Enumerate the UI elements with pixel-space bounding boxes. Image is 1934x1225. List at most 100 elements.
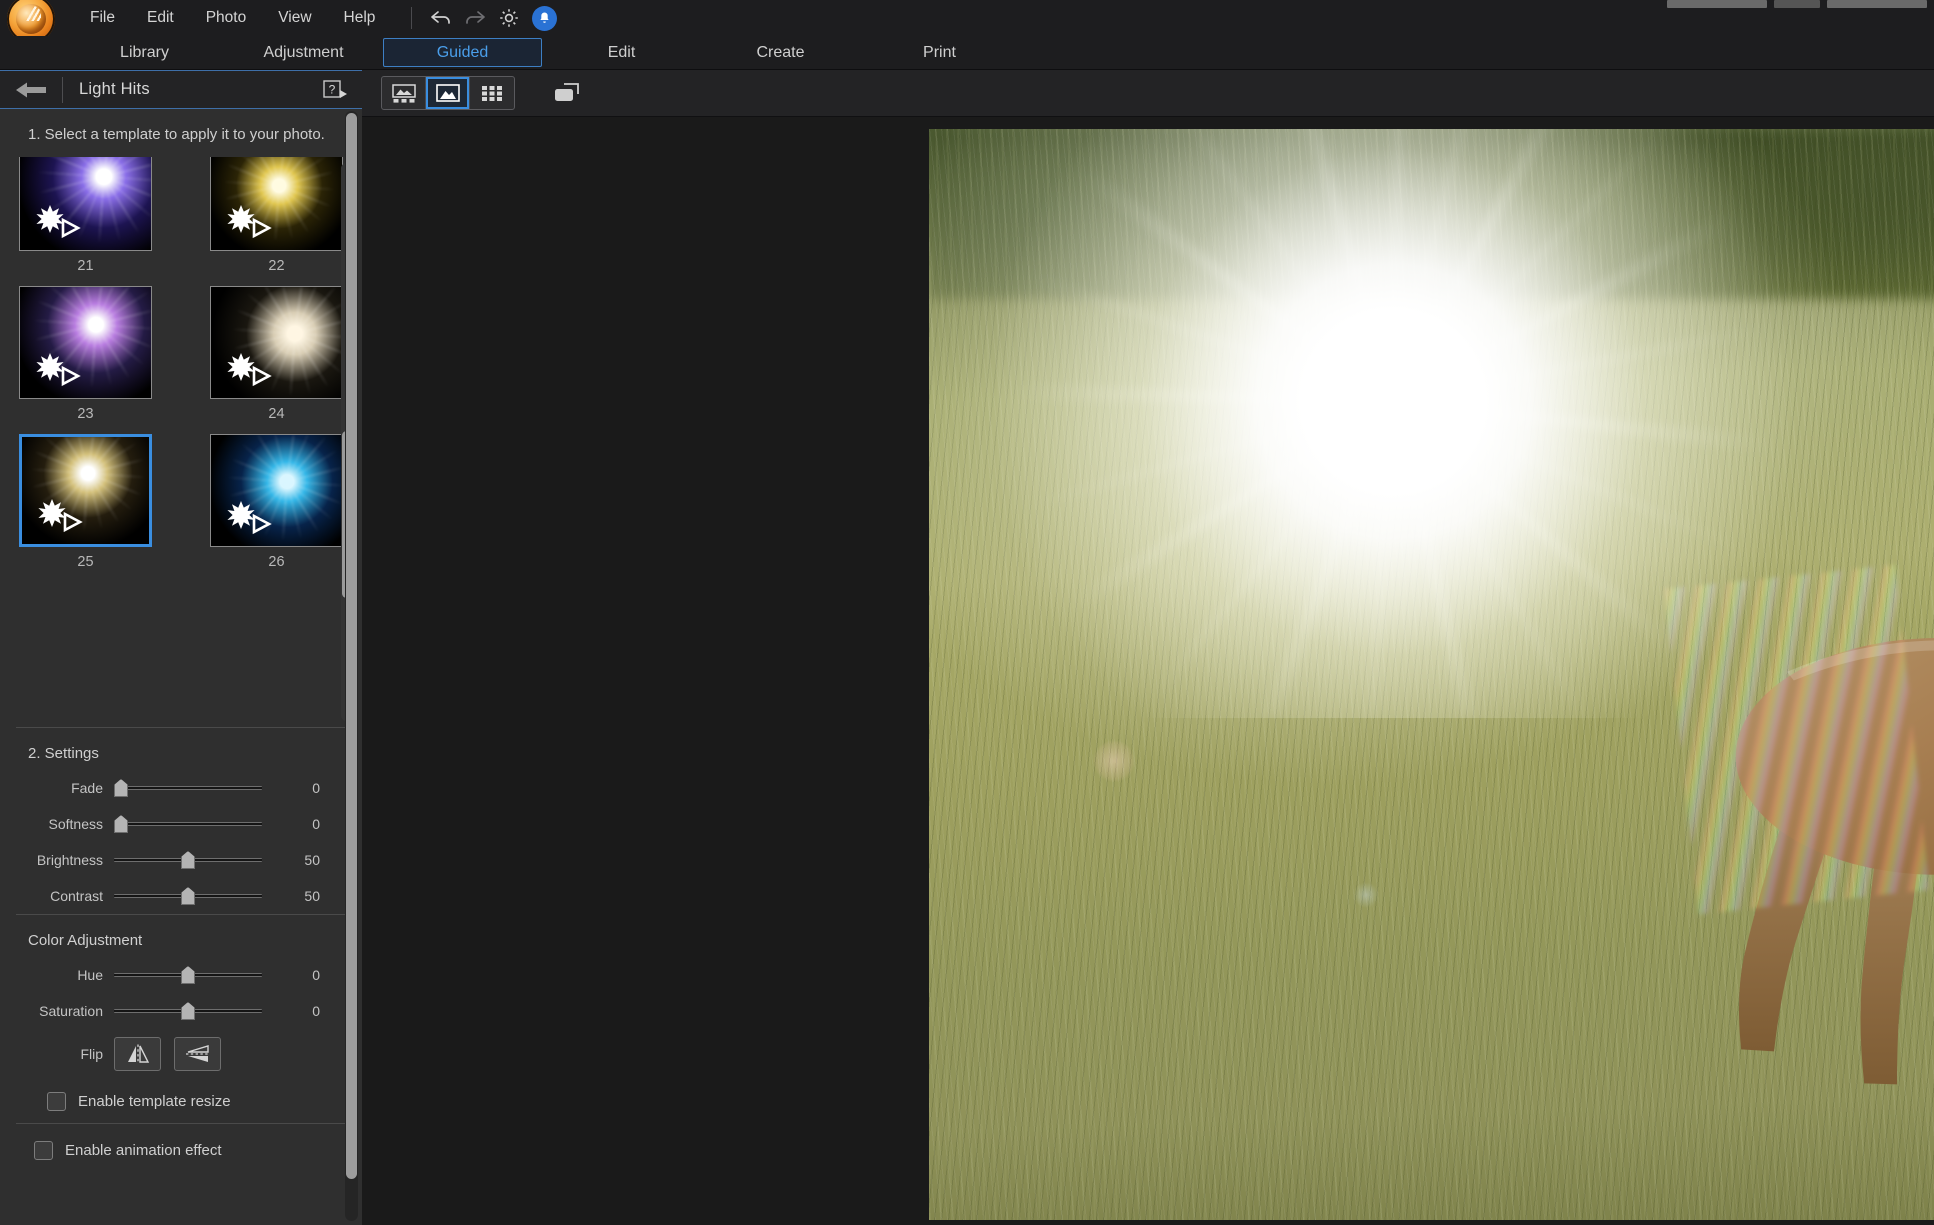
animated-template-play-icon[interactable]	[32, 495, 88, 535]
template-label: 26	[268, 554, 285, 570]
slider-value-saturation: 0	[312, 1003, 320, 1019]
panel-scrollbar-thumb[interactable]	[346, 113, 357, 1179]
slider-contrast[interactable]	[114, 885, 262, 907]
gear-icon[interactable]	[492, 3, 526, 33]
slider-handle-brightness[interactable]	[181, 851, 195, 869]
animated-template-play-icon[interactable]	[30, 349, 86, 389]
template-label: 24	[268, 406, 285, 422]
slider-handle-fade[interactable]	[114, 779, 128, 797]
enable-animation-effect-checkbox[interactable]	[34, 1140, 53, 1160]
edited-photo[interactable]	[929, 129, 1934, 1220]
menu-file[interactable]: File	[74, 4, 131, 32]
flip-horizontal-icon[interactable]	[114, 1037, 161, 1071]
menu-photo[interactable]: Photo	[190, 4, 263, 32]
template-thumbnail[interactable]	[210, 434, 343, 547]
undo-icon[interactable]	[424, 3, 458, 33]
slider-label-fade: Fade	[71, 780, 103, 796]
canvas-panel	[362, 70, 1934, 1225]
tab-edit[interactable]: Edit	[542, 36, 701, 70]
slider-track[interactable]	[114, 822, 262, 826]
slider-fade[interactable]	[114, 777, 262, 799]
slider-value-brightness: 50	[304, 852, 320, 868]
tab-library[interactable]: Library	[65, 36, 224, 70]
bell-icon[interactable]	[532, 5, 558, 31]
color-adjustment-section-title: Color Adjustment	[28, 932, 143, 949]
animated-template-play-icon[interactable]	[221, 201, 277, 241]
slider-handle-contrast[interactable]	[181, 887, 195, 905]
svg-text:?: ?	[329, 82, 336, 96]
enable-template-resize-row[interactable]: Enable template resize	[0, 1079, 362, 1123]
slider-softness[interactable]	[114, 813, 262, 835]
menu-edit[interactable]: Edit	[131, 4, 190, 32]
slider-brightness[interactable]	[114, 849, 262, 871]
template-item-25[interactable]: 25	[19, 434, 177, 582]
menu-view[interactable]: View	[262, 4, 327, 32]
enable-animation-effect-label: Enable animation effect	[65, 1141, 222, 1159]
filmstrip-view-icon[interactable]	[382, 77, 426, 109]
template-thumbnail[interactable]	[19, 286, 152, 399]
enable-template-resize-label: Enable template resize	[78, 1092, 231, 1110]
enable-animation-effect-row[interactable]: Enable animation effect	[0, 1124, 362, 1176]
slider-row-fade: Fade 0	[0, 770, 362, 806]
tab-adjustment[interactable]: Adjustment	[224, 36, 383, 70]
toolbar-divider	[411, 7, 413, 29]
slider-handle-saturation[interactable]	[181, 1002, 195, 1020]
slider-label-softness: Softness	[48, 816, 103, 832]
template-grid: 1920 21 22 23 24 25 26	[0, 157, 362, 582]
template-label: 25	[77, 554, 94, 570]
panel-scroll-area: 1. Select a template to apply it to your…	[0, 109, 362, 1225]
template-item-24[interactable]: 24	[210, 286, 362, 434]
slider-row-brightness: Brightness 50	[0, 842, 362, 878]
single-photo-view-icon[interactable]	[426, 77, 470, 109]
template-thumbnail[interactable]	[210, 286, 343, 399]
tab-create[interactable]: Create	[701, 36, 860, 70]
template-label: 21	[77, 258, 94, 274]
template-item-21[interactable]: 21	[19, 157, 177, 286]
menu-help[interactable]: Help	[328, 4, 392, 32]
template-thumbnail[interactable]	[19, 434, 152, 547]
enable-template-resize-checkbox[interactable]	[47, 1091, 66, 1111]
mini-thumbnail	[1667, 0, 1767, 8]
slider-label-brightness: Brightness	[36, 852, 103, 868]
back-arrow-icon[interactable]	[0, 79, 62, 101]
mini-thumbnail	[1827, 0, 1927, 8]
tab-print[interactable]: Print	[860, 36, 1019, 70]
template-label: 22	[268, 258, 285, 274]
help-question-icon[interactable]: ?	[323, 79, 349, 101]
slider-saturation[interactable]	[114, 1000, 262, 1022]
slider-hue[interactable]	[114, 964, 262, 986]
slider-label-saturation: Saturation	[39, 1003, 103, 1019]
redo-icon[interactable]	[458, 3, 492, 33]
slider-value-fade: 0	[312, 780, 320, 796]
slider-track[interactable]	[114, 786, 262, 790]
template-item-23[interactable]: 23	[19, 286, 177, 434]
application-window: File Edit Photo View Help Library Adjust…	[0, 0, 1934, 1225]
template-item-26[interactable]: 26	[210, 434, 362, 582]
template-grid-container: 1920 21 22 23 24 25 26	[0, 157, 362, 727]
animated-template-play-icon[interactable]	[221, 497, 277, 537]
animated-template-play-icon[interactable]	[221, 349, 277, 389]
template-thumbnail[interactable]	[210, 157, 343, 251]
mode-tab-strip: Library Adjustment Guided Edit Create Pr…	[0, 36, 1934, 70]
compare-before-after-icon[interactable]	[545, 76, 589, 110]
template-item-22[interactable]: 22	[210, 157, 362, 286]
main-body: Light Hits ? 1. Select a template to app…	[0, 70, 1934, 1225]
settings-section-title: 2. Settings	[28, 745, 99, 762]
canvas-toolbar	[362, 70, 1934, 117]
flip-row: Flip	[0, 1029, 362, 1079]
view-mode-group	[381, 76, 515, 110]
panel-header: Light Hits ?	[0, 71, 362, 109]
slider-handle-softness[interactable]	[114, 815, 128, 833]
slider-row-saturation: Saturation 0	[0, 993, 362, 1029]
canvas-area	[362, 117, 1934, 1225]
slider-label-contrast: Contrast	[50, 888, 103, 904]
flip-vertical-icon[interactable]	[174, 1037, 221, 1071]
template-thumbnail[interactable]	[19, 157, 152, 251]
tab-guided[interactable]: Guided	[383, 38, 542, 67]
grid-view-icon[interactable]	[470, 77, 514, 109]
slider-label-hue: Hue	[77, 967, 103, 983]
guided-left-panel: Light Hits ? 1. Select a template to app…	[0, 70, 362, 1225]
panel-scrollbar[interactable]	[345, 111, 358, 1221]
slider-handle-hue[interactable]	[181, 966, 195, 984]
animated-template-play-icon[interactable]	[30, 201, 86, 241]
